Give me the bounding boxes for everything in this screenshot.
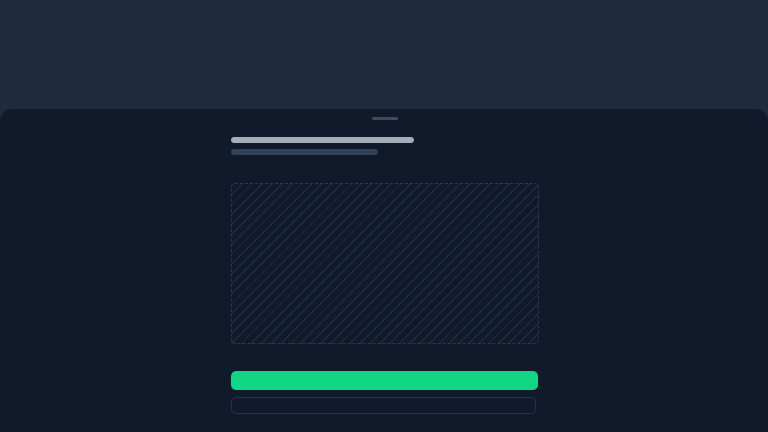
sheet-drag-handle[interactable] — [372, 117, 398, 120]
media-placeholder — [231, 183, 539, 344]
secondary-action-button[interactable] — [231, 397, 536, 414]
sheet-subtitle-skeleton — [231, 149, 378, 155]
bottom-sheet — [0, 109, 768, 432]
primary-action-button[interactable] — [231, 371, 538, 390]
sheet-title-skeleton — [231, 137, 414, 143]
